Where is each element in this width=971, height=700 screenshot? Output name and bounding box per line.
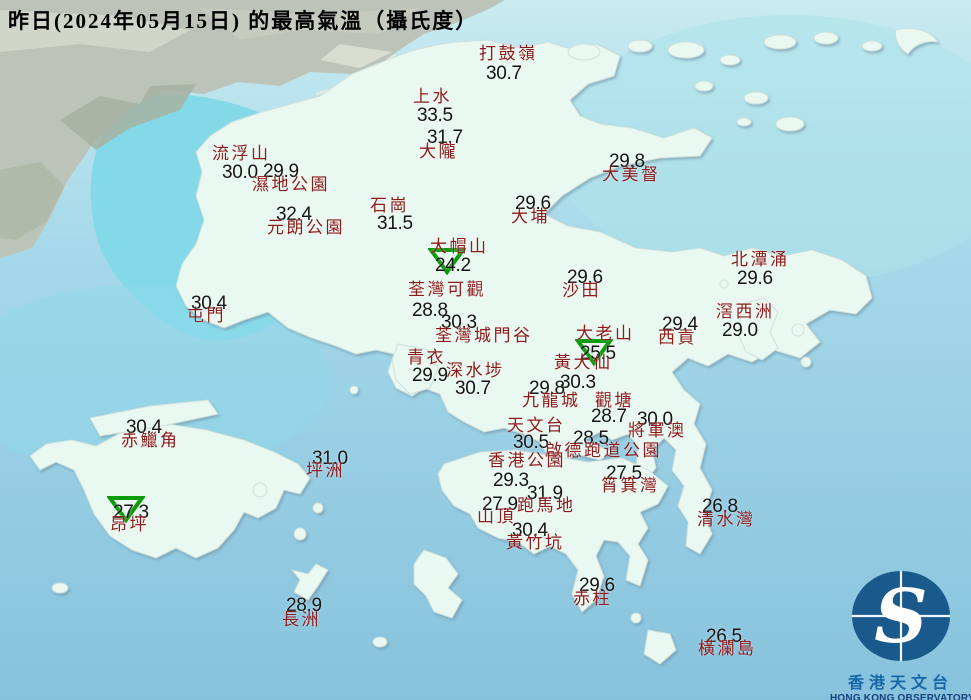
station-name: 屯門 — [187, 306, 226, 325]
station-name: 大埔 — [511, 207, 550, 226]
station-name: 滘西洲 — [716, 302, 775, 321]
station-temp-value: 31.5 — [377, 213, 413, 234]
station-name: 坪洲 — [306, 461, 345, 480]
station-temp-value: 30.7 — [486, 63, 522, 84]
station-name: 打鼓嶺 — [479, 44, 538, 63]
station-name: 石崗 — [370, 196, 409, 215]
station-name: 濕地公園 — [252, 175, 330, 194]
station-name: 大美督 — [602, 165, 661, 184]
station-temp-value: 30.7 — [455, 378, 491, 399]
station-name: 赤柱 — [573, 589, 612, 608]
station-name: 沙田 — [562, 281, 601, 300]
station-temp-value: 29.0 — [722, 320, 758, 341]
station-name: 上水 — [413, 87, 452, 106]
station-temp-value: 30.3 — [560, 372, 596, 393]
station-name: 西貢 — [658, 328, 697, 347]
station-name: 北潭涌 — [731, 250, 790, 269]
station-name: 跑馬地 — [517, 496, 576, 515]
station-name: 天文台 — [507, 416, 566, 435]
station-name: 流浮山 — [212, 144, 271, 163]
station-name: 山頂 — [477, 507, 516, 526]
station-name: 昂坪 — [110, 515, 149, 534]
station-temp-value: 33.5 — [417, 105, 453, 126]
station-name: 筲箕灣 — [601, 476, 660, 495]
station-name: 長洲 — [282, 610, 321, 629]
hko-logo-icon: S — [851, 571, 950, 661]
station-temp-value: 24.2 — [435, 255, 471, 276]
station-name: 香港公園 — [488, 451, 566, 470]
station-name: 赤鱲角 — [121, 431, 180, 450]
station-name: 將軍澳 — [628, 421, 687, 440]
hko-logo: S 香港天文台 HONG KONG OBSERVATORY — [830, 570, 971, 700]
hko-logo-english: HONG KONG OBSERVATORY — [830, 693, 971, 700]
station-name: 觀塘 — [595, 391, 634, 410]
station-name: 清水灣 — [697, 510, 756, 529]
station-name: 元朗公園 — [267, 218, 345, 237]
station-name: 大老山 — [576, 324, 635, 343]
station-name: 黃竹坑 — [506, 533, 565, 552]
station-name: 荃灣城門谷 — [435, 326, 533, 345]
station-temp-value: 30.5 — [513, 432, 549, 453]
station-name: 九龍城 — [522, 391, 581, 410]
hko-logo-chinese: 香港天文台 — [847, 675, 953, 692]
station-name: 黃大仙 — [554, 353, 613, 372]
station-name: 橫瀾島 — [698, 639, 757, 658]
station-temp-value: 29.3 — [493, 470, 529, 491]
stations-layer: 30.7 打鼓嶺 33.5 上水 31.7 大隴 30.0 流浮山 29.9 濕地公園 32.4 元朗… — [0, 0, 971, 700]
svg-text:S: S — [874, 574, 927, 660]
station-temp-value: 29.9 — [412, 365, 448, 386]
station-name: 荃灣可觀 — [408, 280, 486, 299]
station-name: 青衣 — [407, 348, 446, 367]
station-name: 大隴 — [419, 142, 458, 161]
station-temp-value: 29.6 — [737, 268, 773, 289]
station-name: 深水埗 — [446, 361, 505, 380]
max-temperature-map: 昨日(2024年05月15日) 的最高氣溫（攝氏度） 30.7 打鼓嶺 33.5 上水… — [0, 0, 971, 700]
station-name: 大帽山 — [430, 237, 489, 256]
